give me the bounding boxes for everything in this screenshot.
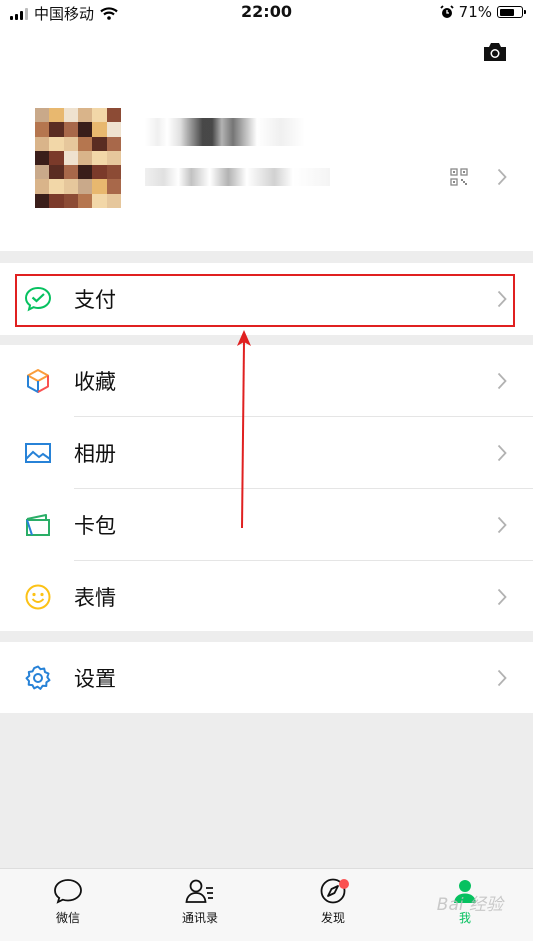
avatar-pixel [35,150,50,166]
battery-percent: 71% [458,3,492,21]
camera-icon[interactable] [482,40,508,64]
menu-item-cards[interactable]: 卡包 [0,489,533,561]
settings-icon [25,665,51,690]
avatar-pixel [106,179,121,194]
section-gap [0,335,533,345]
avatar-pixel [92,136,107,151]
status-right: 71% [440,3,526,21]
avatar-pixel [77,193,93,208]
alarm-icon [440,5,454,18]
menu-label-cards: 卡包 [74,514,116,538]
avatar-pixel [63,165,78,180]
avatar-pixel [49,150,64,166]
menu-label-stickers: 表情 [74,586,116,610]
avatar-pixel [35,165,50,180]
avatar-pixel [77,108,93,123]
menu-label-album: 相册 [74,442,116,466]
chevron-right-icon[interactable] [497,168,507,186]
avatar-pixel [77,122,93,137]
avatar-pixel [49,165,64,180]
tab-label-contacts: 通讯录 [181,911,218,925]
avatar-pixel [77,150,93,166]
avatar-pixel [77,165,93,180]
highlight-box [15,274,515,327]
avatar-pixel [92,193,107,208]
battery-icon [497,6,526,18]
avatar-pixel [49,122,64,137]
status-bar: 中国移动 22:00 71% [0,0,533,24]
avatar-pixel [63,136,78,151]
avatar-pixel [92,165,107,180]
avatar-pixel [49,108,64,123]
annotation-arrow [237,330,251,529]
avatar-pixel [35,193,50,208]
avatar-pixel [63,193,78,208]
tab-chats[interactable]: 微信 [28,877,108,926]
cards-icon [26,514,50,536]
tab-discover[interactable]: 发现 [293,877,373,926]
favorites-icon [27,369,49,393]
tab-contacts[interactable]: 通讯录 [160,877,240,926]
menu-label-settings: 设置 [74,667,116,691]
chevron-right-icon [497,516,507,534]
stickers-icon [25,584,51,610]
menu-item-album[interactable]: 相册 [0,417,533,489]
avatar[interactable] [35,108,121,208]
avatar-pixel [35,136,50,151]
chevron-right-icon [497,372,507,390]
tab-label-chats: 微信 [55,911,80,925]
watermark: Bai 经验 [436,895,503,915]
menu-item-settings[interactable]: 设置 [0,642,533,714]
avatar-pixel [63,179,78,194]
avatar-pixel [49,179,64,194]
avatar-pixel [77,136,93,151]
avatar-pixel [92,179,107,194]
avatar-pixel [49,136,64,151]
avatar-pixel [49,193,64,208]
avatar-pixel [92,108,107,123]
avatar-pixel [106,193,121,208]
empty-area [0,713,533,868]
avatar-pixel [63,150,78,166]
chats-icon [54,879,82,904]
avatar-pixel [35,179,50,194]
wechat-id-blurred [145,168,330,186]
contacts-icon [185,879,213,903]
avatar-pixel [106,136,121,151]
avatar-pixel [92,122,107,137]
avatar-pixel [63,122,78,137]
menu-label-favorites: 收藏 [74,370,116,394]
avatar-pixel [35,108,50,123]
avatar-pixel [35,122,50,137]
tab-label-discover: 发现 [320,911,345,925]
qr-code-icon[interactable] [450,168,468,186]
section-gap [0,251,533,263]
chevron-right-icon [497,588,507,606]
avatar-pixel [77,179,93,194]
menu-item-favorites[interactable]: 收藏 [0,345,533,417]
avatar-pixel [63,108,78,123]
chevron-right-icon [497,444,507,462]
notification-badge [339,879,349,889]
avatar-pixel [106,165,121,180]
avatar-pixel [106,122,121,137]
nickname-blurred [145,118,305,146]
avatar-pixel [106,108,121,123]
menu-item-stickers[interactable]: 表情 [0,561,533,633]
chevron-right-icon [497,669,507,687]
section-gap [0,631,533,642]
album-icon [25,443,51,463]
avatar-pixel [106,150,121,166]
avatar-pixel [92,150,107,166]
